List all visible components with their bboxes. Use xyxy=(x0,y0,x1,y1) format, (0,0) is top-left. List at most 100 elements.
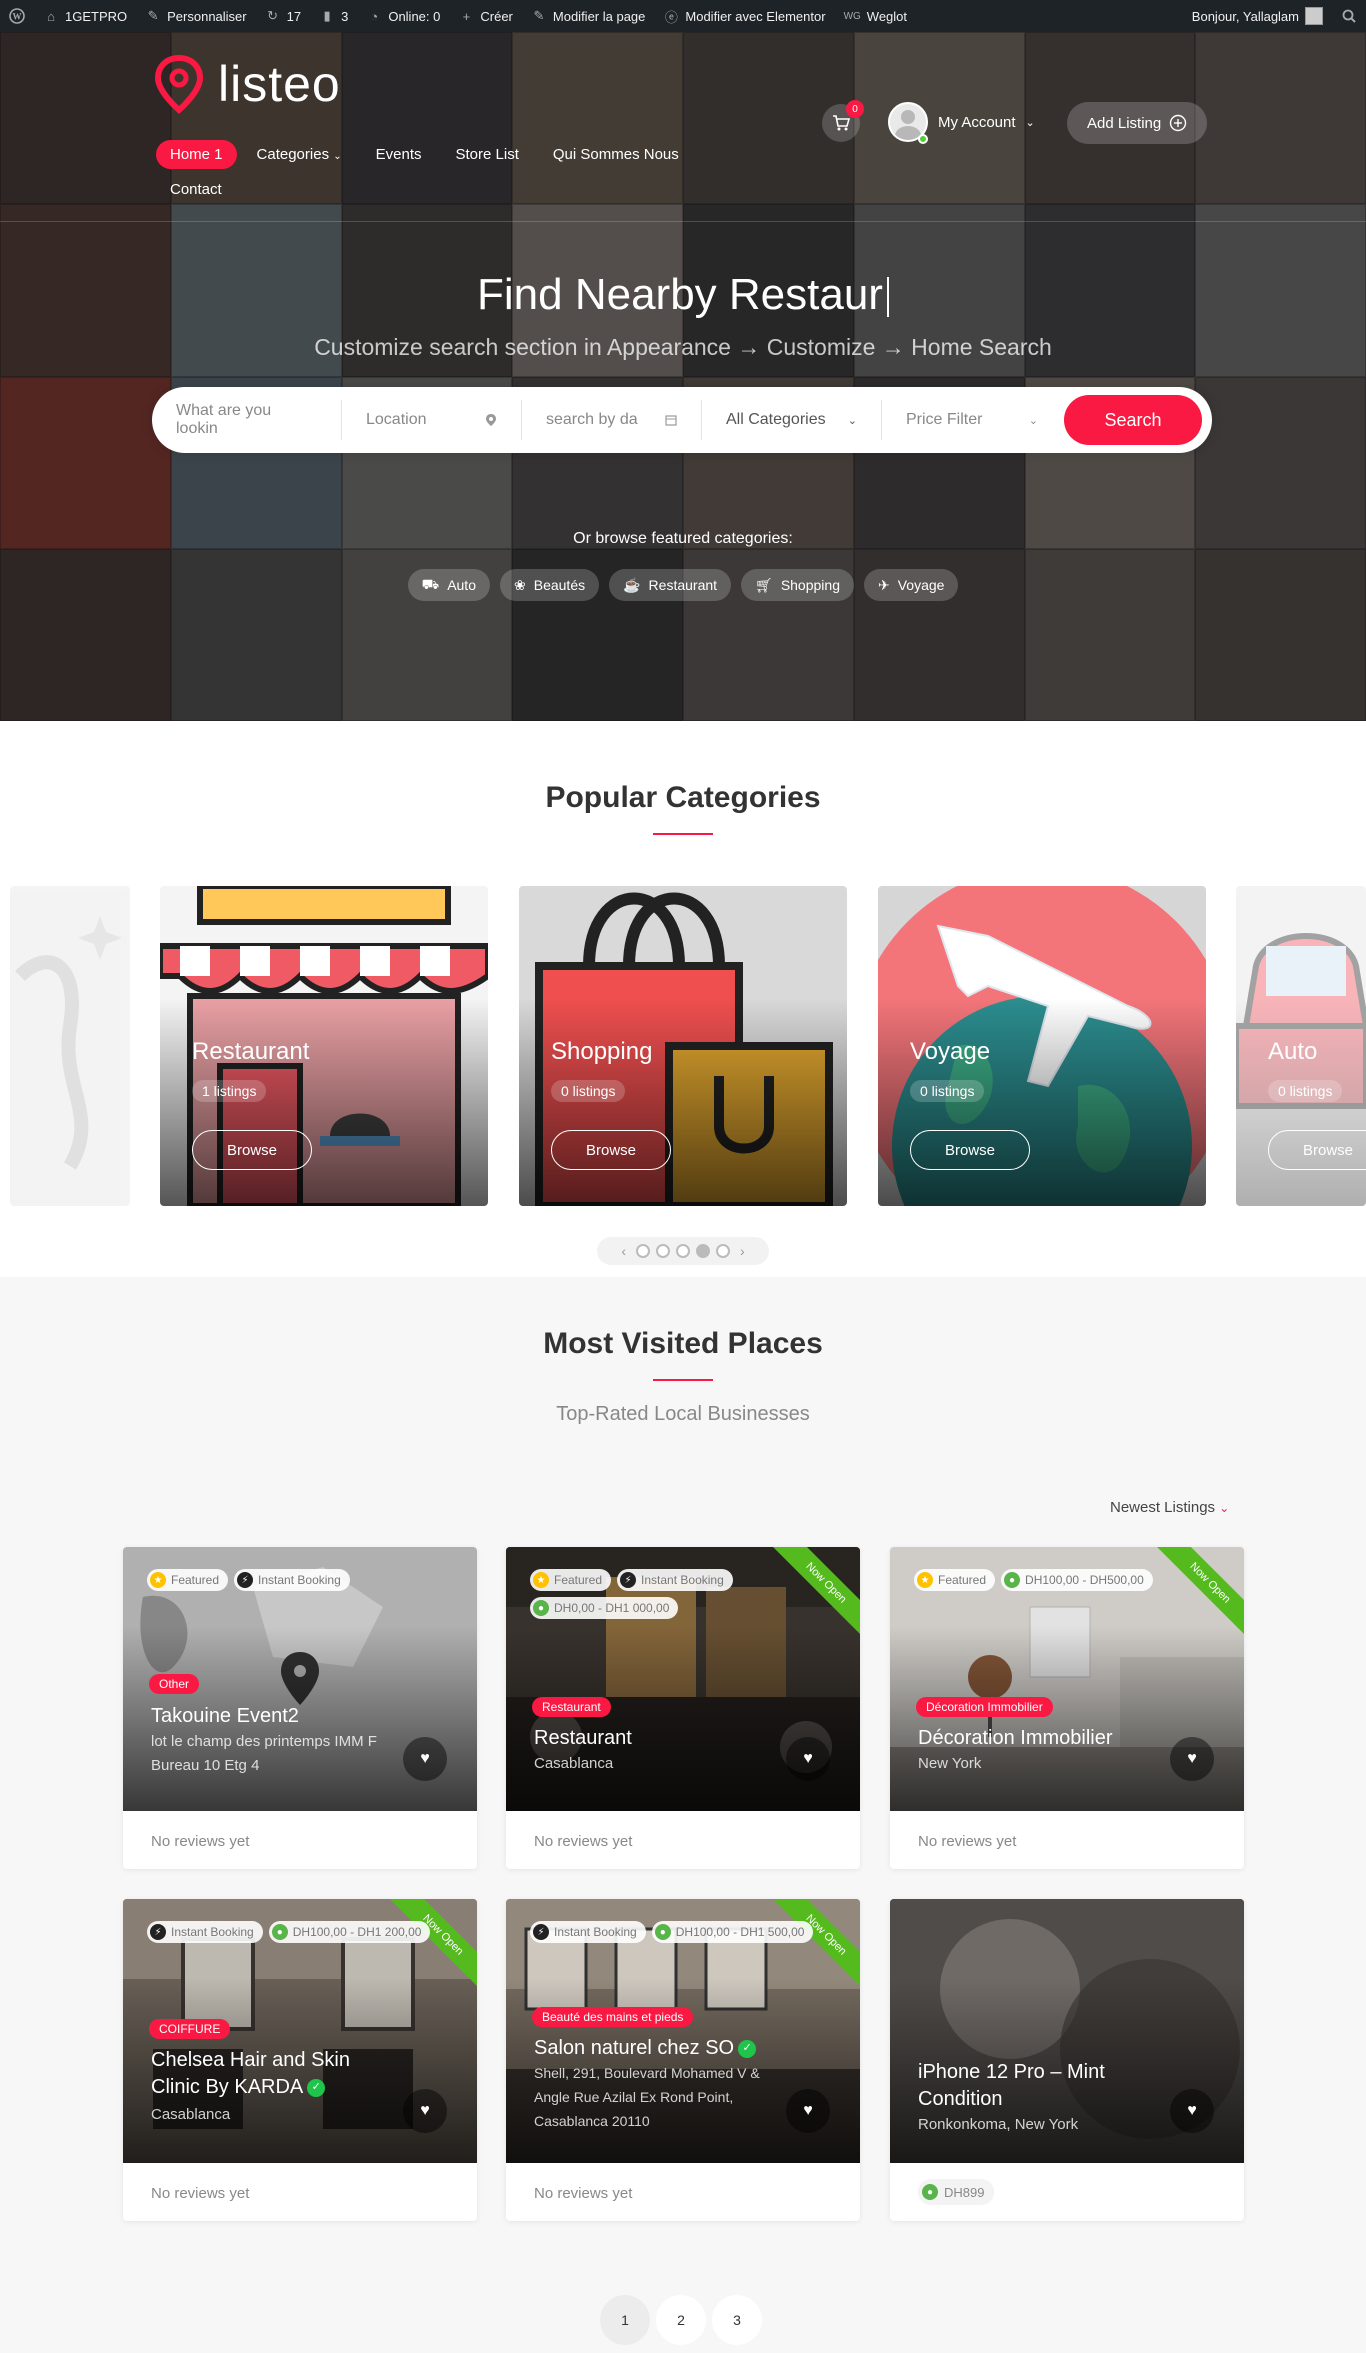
listing-count: 0 listings xyxy=(551,1080,626,1102)
listing-category-tag[interactable]: Décoration Immobilier xyxy=(916,1697,1053,1717)
edit-page-link[interactable]: ✎ Modifier la page xyxy=(522,0,655,32)
heart-icon: ♥ xyxy=(1187,2102,1197,2119)
category-pill-auto[interactable]: ⛟ Auto xyxy=(407,569,490,601)
nav-contact[interactable]: Contact xyxy=(156,175,236,204)
location-input[interactable]: Location xyxy=(342,400,522,440)
svg-text:W: W xyxy=(13,12,22,22)
price-tag-icon: ● xyxy=(1004,1572,1021,1588)
category-pill-beautes[interactable]: ❀ Beautés xyxy=(500,569,600,601)
page-3-button[interactable]: 3 xyxy=(712,2295,762,2345)
carousel-dot[interactable] xyxy=(676,1244,690,1258)
listing-category-tag[interactable]: Other xyxy=(149,1674,200,1694)
bookmark-button[interactable]: ♥ xyxy=(403,1737,447,1781)
chevron-down-icon: ⌄ xyxy=(1028,414,1038,427)
cart-button[interactable]: 0 xyxy=(822,100,864,142)
bookmark-button[interactable]: ♥ xyxy=(1170,2089,1214,2133)
new-content-link[interactable]: + Créer xyxy=(449,0,522,32)
carousel-dot[interactable] xyxy=(716,1244,730,1258)
category-card-auto[interactable]: Auto 0 listings Browse xyxy=(1236,886,1366,1206)
title-underline xyxy=(653,833,713,835)
category-card-partial[interactable] xyxy=(10,886,130,1206)
star-icon: ★ xyxy=(533,1572,549,1588)
weglot-link[interactable]: WG Weglot xyxy=(835,0,916,32)
customize-link[interactable]: ✎ Personnaliser xyxy=(136,0,256,32)
search-button[interactable]: Search xyxy=(1064,395,1202,445)
price-tag-icon: ● xyxy=(922,2184,938,2200)
hero-title: Find Nearby Restaur xyxy=(0,270,1366,320)
carousel-dot-active[interactable] xyxy=(696,1244,710,1258)
category-pill-restaurant[interactable]: ☕ Restaurant xyxy=(609,569,732,601)
browse-button[interactable]: Browse xyxy=(910,1130,1030,1170)
comments-link[interactable]: ▮ 3 xyxy=(310,0,357,32)
bookmark-button[interactable]: ♥ xyxy=(786,2089,830,2133)
bookmark-button[interactable]: ♥ xyxy=(786,1737,830,1781)
nav-store-list[interactable]: Store List xyxy=(442,140,533,169)
listing-card[interactable]: iPhone 12 Pro – Mint Condition Ronkonkom… xyxy=(890,1899,1244,2221)
reviews-status: No reviews yet xyxy=(151,1833,250,1850)
site-logo[interactable]: listeo xyxy=(152,54,341,114)
nav-events[interactable]: Events xyxy=(362,140,436,169)
listing-card[interactable]: Now Open ★ Featured ● DH100,00 - DH500,00 … xyxy=(890,1547,1244,1869)
search-icon xyxy=(1341,8,1357,24)
elementor-link[interactable]: ⓔ Modifier avec Elementor xyxy=(654,0,834,32)
listing-address: Ronkonkoma, New York xyxy=(918,2116,1079,2133)
listing-category-tag[interactable]: Restaurant xyxy=(532,1697,611,1717)
verified-icon: ✓ xyxy=(307,2078,326,2097)
carousel-dots: ‹ › xyxy=(597,1237,769,1265)
listing-badges: ⚡︎ Instant Booking ● DH100,00 - DH1 500,00 xyxy=(530,1921,850,1943)
online-counter[interactable]: ◔ Online: 0 xyxy=(357,0,449,32)
featured-categories: ⛟ Auto ❀ Beautés ☕ Restaurant 🛒︎ Shopping ✈ V… xyxy=(0,569,1366,601)
nav-categories[interactable]: Categories ⌄ xyxy=(243,140,356,169)
bookmark-button[interactable]: ♥ xyxy=(1170,1737,1214,1781)
chevron-left-icon[interactable]: ‹ xyxy=(617,1243,630,1259)
calendar-icon xyxy=(665,415,677,426)
elementor-icon: ⓔ xyxy=(664,9,678,25)
browse-button[interactable]: Browse xyxy=(551,1130,671,1170)
updates-link[interactable]: ↻ 17 xyxy=(256,0,310,32)
price-tag-icon: ● xyxy=(271,1924,288,1940)
category-card-restaurant[interactable]: Restaurant 1 listings Browse xyxy=(160,886,488,1206)
bolt-icon: ⚡︎ xyxy=(237,1572,254,1588)
nav-home[interactable]: Home 1 xyxy=(156,140,237,169)
account-greeting[interactable]: Bonjour, Yallaglam xyxy=(1183,0,1332,32)
featured-badge: ★ Featured xyxy=(147,1569,229,1591)
category-pill-shopping[interactable]: 🛒︎ Shopping xyxy=(741,569,854,601)
browse-button[interactable]: Browse xyxy=(192,1130,312,1170)
listing-card[interactable]: Now Open ⚡︎ Instant Booking ● DH100,00 - D… xyxy=(506,1899,860,2221)
date-input[interactable]: search by da xyxy=(522,400,702,440)
instant-booking-badge: ⚡︎ Instant Booking xyxy=(147,1921,263,1943)
nav-about[interactable]: Qui Sommes Nous xyxy=(539,140,693,169)
carousel-dot[interactable] xyxy=(636,1244,650,1258)
page-2-button[interactable]: 2 xyxy=(656,2295,706,2345)
browse-button[interactable]: Browse xyxy=(1268,1130,1366,1170)
listing-card[interactable]: Now Open ⚡︎ Instant Booking ● DH100,00 - D… xyxy=(123,1899,477,2221)
listing-count: 0 listings xyxy=(910,1080,985,1102)
sort-select[interactable]: Newest Listings ⌄ xyxy=(1110,1499,1229,1516)
price-filter[interactable]: Price Filter ⌄ xyxy=(882,400,1062,440)
add-listing-button[interactable]: Add Listing xyxy=(1067,102,1208,144)
listing-category-tag[interactable]: Beauté des mains et pieds xyxy=(532,2007,694,2027)
site-name-link[interactable]: ⌂ 1GETPRO xyxy=(34,0,136,32)
heart-icon: ♥ xyxy=(1187,1750,1197,1767)
featured-badge: ★ Featured xyxy=(914,1569,996,1591)
listing-card[interactable]: ★ Featured ⚡︎ Instant Booking Other Takoui… xyxy=(123,1547,477,1869)
listing-category-tag[interactable]: COIFFURE xyxy=(149,2019,231,2039)
wordpress-menu[interactable]: W xyxy=(0,0,34,32)
category-select[interactable]: All Categories ⌄ xyxy=(702,400,882,440)
category-pill-voyage[interactable]: ✈ Voyage xyxy=(863,569,959,601)
category-card-shopping[interactable]: Shopping 0 listings Browse xyxy=(519,886,847,1206)
listing-title: Chelsea Hair and Skin Clinic By KARDA ✓ xyxy=(151,2049,350,2098)
section-title: Popular Categories xyxy=(545,781,821,814)
chevron-right-icon[interactable]: › xyxy=(736,1243,749,1259)
page-1-button[interactable]: 1 xyxy=(600,2295,650,2345)
wordpress-icon: W xyxy=(9,8,25,24)
my-account-menu[interactable]: My Account ⌄ xyxy=(888,102,1035,142)
keyword-input[interactable]: What are you lookin xyxy=(152,400,342,440)
site-header: listeo Home 1 Categories ⌄ Events Store … xyxy=(0,32,1366,222)
listing-card[interactable]: Now Open ★ Featured ⚡︎ Instant Booking ● DH… xyxy=(506,1547,860,1869)
carousel-dot[interactable] xyxy=(656,1244,670,1258)
bookmark-button[interactable]: ♥ xyxy=(403,2089,447,2133)
admin-search[interactable] xyxy=(1332,0,1366,32)
category-card-voyage[interactable]: Voyage 0 listings Browse xyxy=(878,886,1206,1206)
cart-icon xyxy=(833,115,850,131)
